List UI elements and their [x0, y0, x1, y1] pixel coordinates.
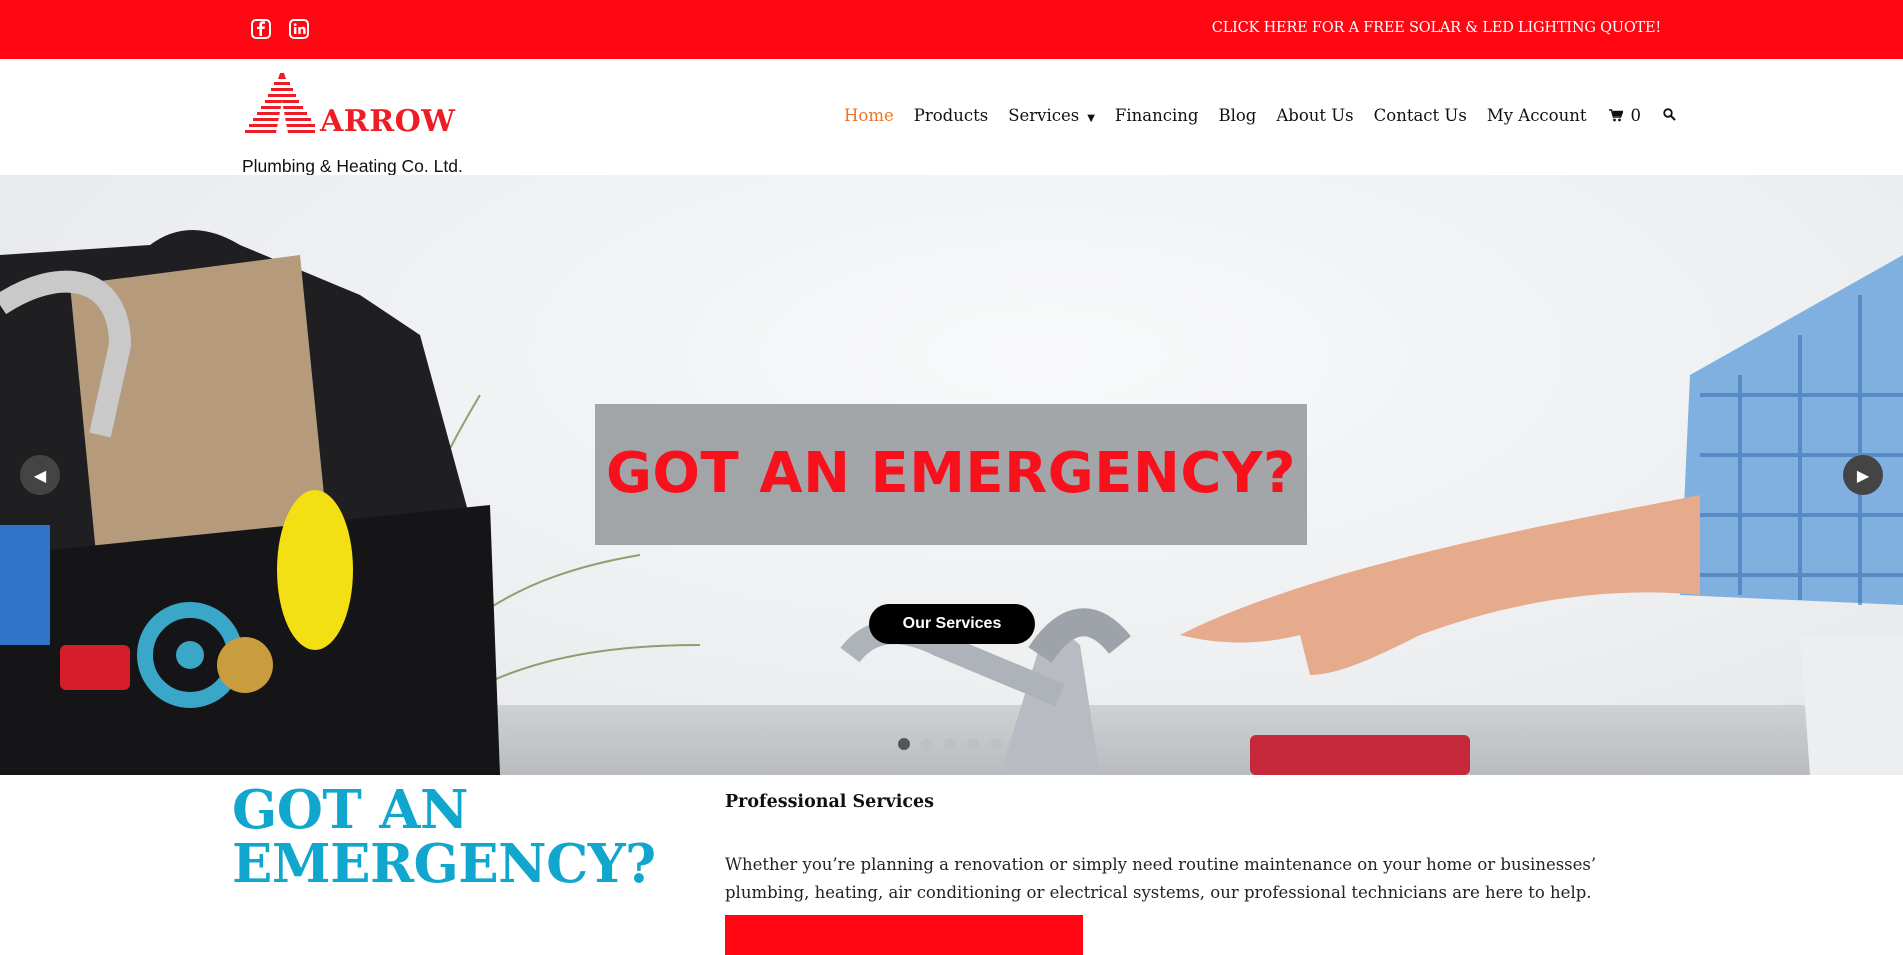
logo-subtitle: Plumbing & Heating Co. Ltd.: [242, 156, 463, 176]
site-logo[interactable]: ARROW Plumbing & Heating Co. Ltd.: [242, 71, 474, 176]
site-header: ARROW Plumbing & Heating Co. Ltd. Home P…: [0, 59, 1903, 176]
main-nav: Home Products Services ▼ Financing Blog A…: [844, 106, 1676, 125]
logo-mark-icon: [245, 73, 315, 133]
linkedin-icon[interactable]: [289, 19, 309, 39]
chevron-left-icon: ◀: [33, 465, 47, 485]
cart-count: 0: [1630, 106, 1642, 125]
emergency-title-line-2: EMERGENCY?: [232, 833, 656, 895]
top-bar: CLICK HERE FOR A FREE SOLAR & LED LIGHTI…: [0, 0, 1903, 59]
hero-caption-box: GOT AN EMERGENCY?: [595, 404, 1307, 545]
nav-my-account[interactable]: My Account: [1487, 106, 1587, 125]
free-quote-link[interactable]: CLICK HERE FOR A FREE SOLAR & LED LIGHTI…: [1212, 20, 1661, 36]
emergency-title-line-1: GOT AN: [232, 779, 468, 841]
cta-button[interactable]: [725, 915, 1083, 955]
slider-dot[interactable]: [990, 738, 1002, 750]
professional-services-heading: Professional Services: [725, 792, 934, 812]
slider-next-button[interactable]: ▶: [1843, 455, 1883, 495]
facebook-icon[interactable]: [251, 19, 271, 39]
nav-products[interactable]: Products: [914, 106, 988, 125]
logo-brand: ARROW: [320, 104, 456, 139]
nav-financing[interactable]: Financing: [1115, 106, 1199, 125]
caret-down-icon: ▼: [1087, 113, 1095, 124]
our-services-button[interactable]: Our Services: [869, 604, 1035, 644]
nav-services[interactable]: Services ▼: [1008, 106, 1095, 125]
slider-dots: [898, 738, 1002, 750]
nav-blog[interactable]: Blog: [1218, 106, 1256, 125]
search-icon[interactable]: [1663, 106, 1676, 125]
nav-contact-us[interactable]: Contact Us: [1374, 106, 1467, 125]
slider-dot[interactable]: [944, 738, 956, 750]
professional-services-text: Whether you’re planning a renovation or …: [725, 855, 1597, 902]
cart-button[interactable]: 0: [1608, 106, 1642, 125]
hero-caption: GOT AN EMERGENCY?: [605, 441, 1297, 506]
nav-about-us[interactable]: About Us: [1276, 106, 1353, 125]
slider-dot[interactable]: [898, 738, 910, 750]
slider-prev-button[interactable]: ◀: [20, 455, 60, 495]
slider-dot[interactable]: [921, 738, 933, 750]
social-links: [251, 19, 309, 39]
chevron-right-icon: ▶: [1856, 465, 1870, 485]
nav-services-label: Services: [1008, 106, 1080, 125]
hero-slider: GOT AN EMERGENCY? Our Services ◀ ▶: [0, 175, 1903, 775]
emergency-title: GOT AN EMERGENCY?: [232, 783, 672, 891]
slider-dot[interactable]: [967, 738, 979, 750]
nav-home[interactable]: Home: [844, 106, 894, 125]
cart-icon: [1608, 109, 1623, 122]
